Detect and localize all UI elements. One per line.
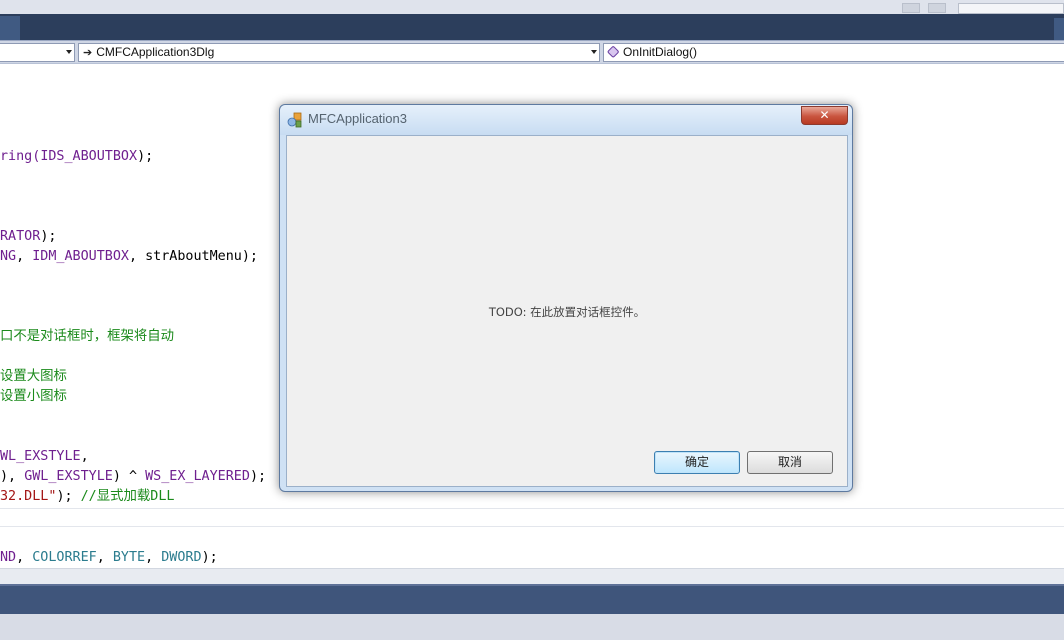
code-line: NG, IDM_ABOUTBOX, strAboutMenu); [0,249,258,264]
mfc-dialog-window: MFCApplication3 ✕ TODO: 在此放置对话框控件。 确定 取消 [279,104,853,492]
code-line: ND, COLORREF, BYTE, DWORD); [0,550,218,565]
mfc-app-icon [287,112,302,128]
status-bar [0,584,1064,614]
class-dropdown[interactable]: ➔ CMFCApplication3Dlg [78,43,600,62]
todo-label: TODO: 在此放置对话框控件。 [488,305,646,319]
arrow-right-icon: ➔ [83,47,93,59]
chevron-down-icon[interactable] [66,50,72,54]
toolbar-button[interactable] [928,3,946,13]
code-comment-line: 口不是对话框时，框架将自动 [0,329,175,344]
document-tab[interactable] [0,16,20,40]
navigation-bar: ➔ CMFCApplication3Dlg OnInitDialog() [0,40,1064,64]
tab-scroll[interactable] [1054,18,1064,40]
close-button[interactable]: ✕ [801,106,848,125]
code-comment-line: 设置大图标 [0,369,67,384]
code-line: WL_EXSTYLE, [0,449,89,464]
taskbar-area [0,614,1064,640]
quick-launch-field[interactable] [958,3,1064,14]
code-line: ring(IDS_ABOUTBOX); [0,149,154,164]
close-icon: ✕ [819,108,830,122]
cancel-button[interactable]: 取消 [747,451,833,474]
secondary-code-editor[interactable]: ND, COLORREF, BYTE, DWORD); [0,508,1064,568]
divider [0,526,1064,527]
top-toolbar-strip [0,0,1064,14]
scope-dropdown[interactable] [0,43,75,62]
document-tab-bar [0,14,1064,40]
member-dropdown[interactable]: OnInitDialog() [603,43,1064,62]
code-line: ), GWL_EXSTYLE) ^ WS_EX_LAYERED); [0,469,267,484]
code-comment-line: 设置小图标 [0,389,67,404]
dialog-client-area: TODO: 在此放置对话框控件。 确定 取消 [286,135,848,487]
horizontal-scrollbar[interactable] [0,568,1064,584]
method-icon [606,45,620,59]
dialog-titlebar[interactable]: MFCApplication3 ✕ [280,105,852,135]
chevron-down-icon[interactable] [591,50,597,54]
class-dropdown-value: CMFCApplication3Dlg [96,45,215,59]
toolbar-button[interactable] [902,3,920,13]
member-dropdown-value: OnInitDialog() [623,45,698,59]
dialog-title: MFCApplication3 [308,111,407,126]
code-line: RATOR); [0,229,57,244]
ok-button[interactable]: 确定 [654,451,740,474]
code-line: 32.DLL"); //显式加载DLL [0,489,175,504]
